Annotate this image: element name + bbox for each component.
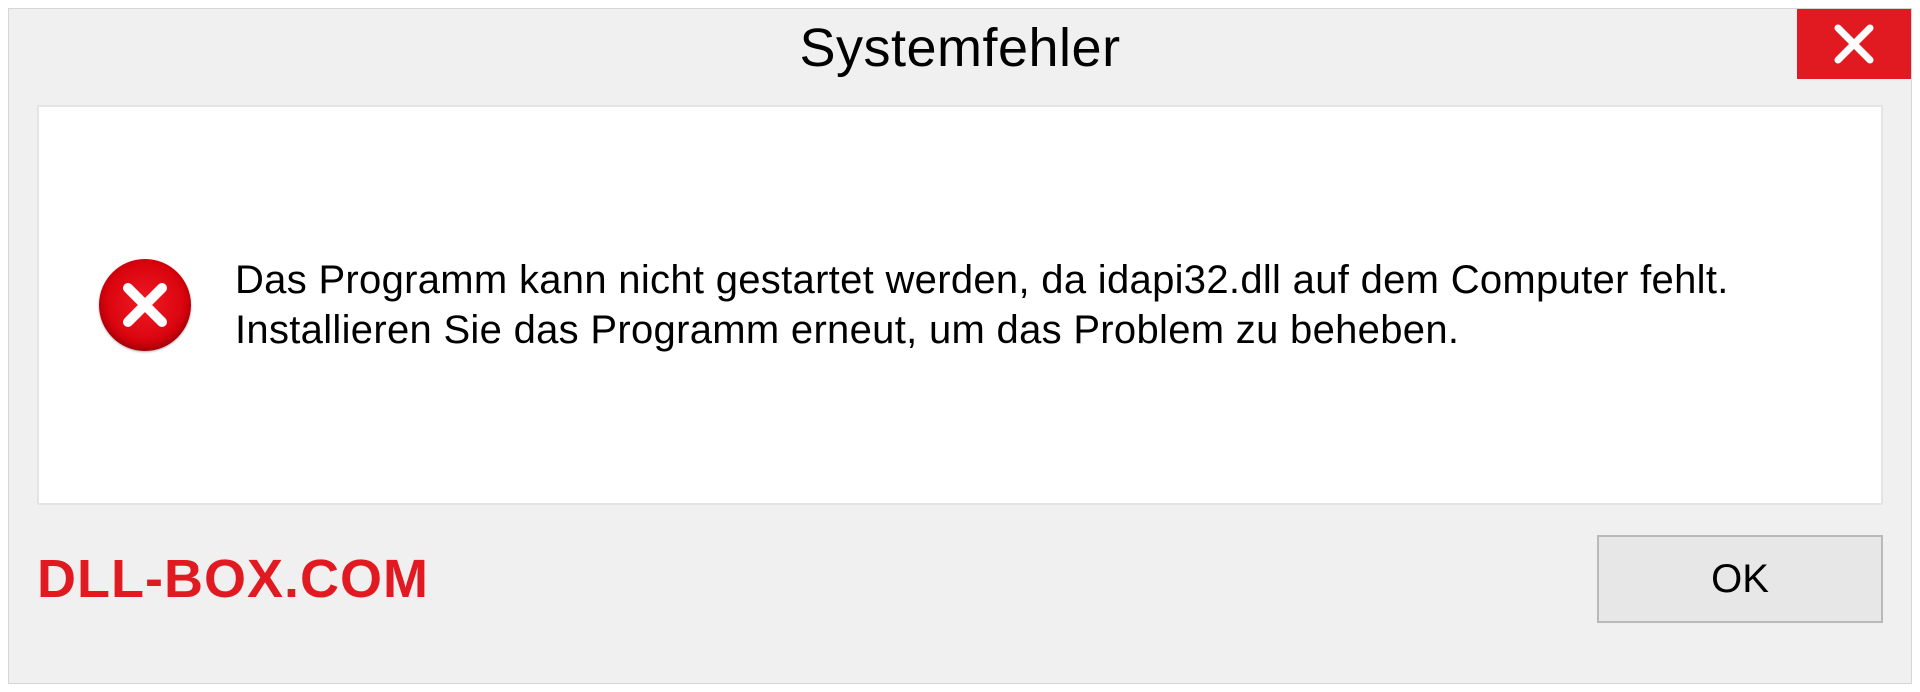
dialog-title: Systemfehler <box>799 17 1120 79</box>
titlebar: Systemfehler <box>9 9 1911 97</box>
watermark-text: DLL-BOX.COM <box>37 548 429 610</box>
dialog-footer: DLL-BOX.COM OK <box>37 535 1883 623</box>
close-button[interactable] <box>1797 9 1911 79</box>
dialog-content: Das Programm kann nicht gestartet werden… <box>37 105 1883 505</box>
ok-button-label: OK <box>1711 557 1769 602</box>
close-icon <box>1832 22 1876 66</box>
error-dialog: Systemfehler Das Programm kann nicht ges… <box>8 8 1912 684</box>
error-icon <box>99 259 191 351</box>
ok-button[interactable]: OK <box>1597 535 1883 623</box>
error-message: Das Programm kann nicht gestartet werden… <box>235 255 1821 355</box>
